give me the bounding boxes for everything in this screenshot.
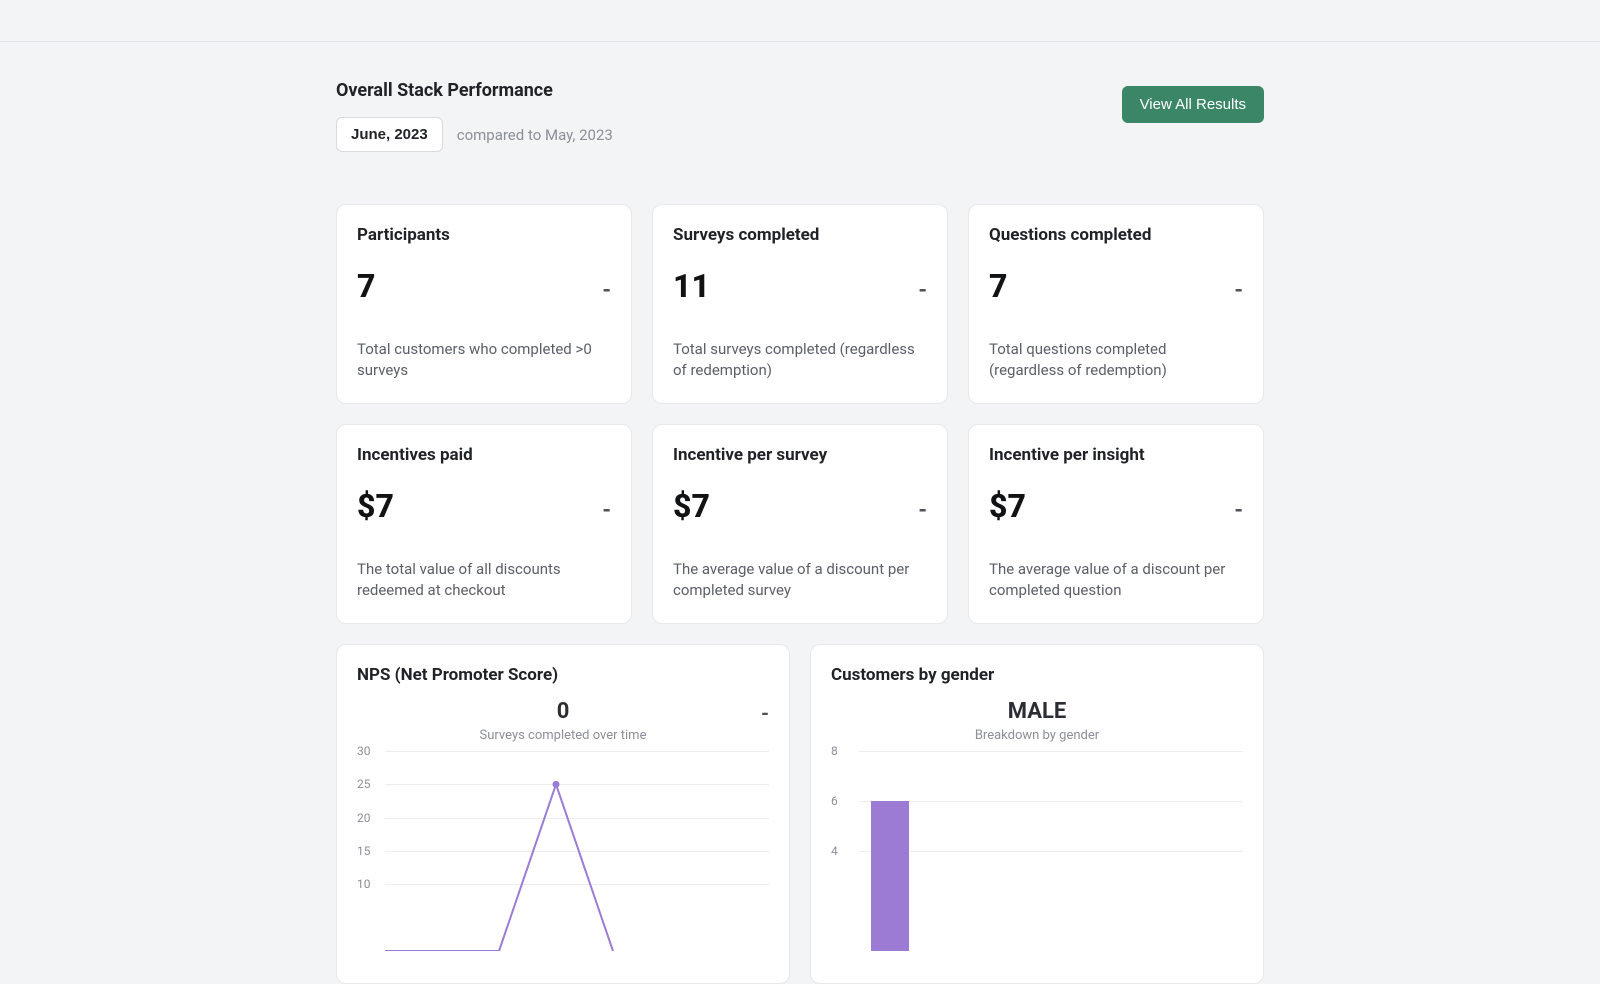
metric-card-participants: Participants 7 - Total customers who com… <box>336 204 632 404</box>
metric-card-questions-completed: Questions completed 7 - Total questions … <box>968 204 1264 404</box>
metric-value-row: 7 - <box>357 267 611 305</box>
metric-title: Surveys completed <box>673 225 927 245</box>
date-selector-button[interactable]: June, 2023 <box>336 117 443 152</box>
y-tick-label: 15 <box>357 844 371 858</box>
metric-title: Incentive per insight <box>989 445 1243 465</box>
metric-delta: - <box>1234 498 1243 523</box>
metric-delta: - <box>918 498 927 523</box>
chart-title: NPS (Net Promoter Score) <box>357 665 769 685</box>
metric-card-incentive-per-insight: Incentive per insight $7 - The average v… <box>968 424 1264 624</box>
header-row: Overall Stack Performance June, 2023 com… <box>336 80 1264 152</box>
y-tick-label: 10 <box>357 877 371 891</box>
charts-row: NPS (Net Promoter Score) 0 - Surveys com… <box>336 644 1264 984</box>
y-tick-label: 25 <box>357 777 371 791</box>
metric-card-incentives-paid: Incentives paid $7 - The total value of … <box>336 424 632 624</box>
chart-header: 0 - <box>357 699 769 724</box>
grid-line <box>859 751 1243 752</box>
chart-big-value: 0 <box>557 699 570 724</box>
metric-value: 7 <box>357 267 375 305</box>
y-tick-label: 6 <box>831 794 838 808</box>
y-tick-label: 20 <box>357 811 371 825</box>
chart-subtitle: Surveys completed over time <box>357 728 769 743</box>
metrics-grid: Participants 7 - Total customers who com… <box>336 204 1264 624</box>
date-row: June, 2023 compared to May, 2023 <box>336 117 613 152</box>
metric-value: 11 <box>673 267 710 305</box>
y-tick-label: 30 <box>357 744 371 758</box>
bar-male <box>871 801 909 951</box>
metric-value: $7 <box>989 487 1026 525</box>
top-bar <box>0 0 1600 42</box>
metric-desc: The average value of a discount per comp… <box>673 559 927 601</box>
metric-title: Participants <box>357 225 611 245</box>
chart-title: Customers by gender <box>831 665 1243 685</box>
metric-desc: The total value of all discounts redeeme… <box>357 559 611 601</box>
metric-title: Incentives paid <box>357 445 611 465</box>
metric-value: $7 <box>357 487 394 525</box>
y-tick-label: 4 <box>831 844 838 858</box>
chart-subtitle: Breakdown by gender <box>831 728 1243 743</box>
metric-desc: Total questions completed (regardless of… <box>989 339 1243 381</box>
metric-title: Questions completed <box>989 225 1243 245</box>
metric-desc: The average value of a discount per comp… <box>989 559 1243 601</box>
metric-desc: Total surveys completed (regardless of r… <box>673 339 927 381</box>
metric-value-row: 11 - <box>673 267 927 305</box>
metric-delta: - <box>918 278 927 303</box>
metric-value-row: $7 - <box>357 487 611 525</box>
nps-chart-area: 1015202530 <box>357 751 769 951</box>
metric-delta: - <box>602 498 611 523</box>
metric-value: $7 <box>673 487 710 525</box>
gender-chart-card: Customers by gender MALE Breakdown by ge… <box>810 644 1264 984</box>
chart-big-value: MALE <box>1008 699 1067 724</box>
metric-title: Incentive per survey <box>673 445 927 465</box>
nps-line-plot <box>385 751 765 951</box>
metric-value-row: 7 - <box>989 267 1243 305</box>
view-all-results-button[interactable]: View All Results <box>1122 86 1264 123</box>
chart-delta: - <box>761 701 769 725</box>
metric-delta: - <box>602 278 611 303</box>
nps-chart-card: NPS (Net Promoter Score) 0 - Surveys com… <box>336 644 790 984</box>
metric-desc: Total customers who completed >0 surveys <box>357 339 611 381</box>
chart-header: MALE <box>831 699 1243 724</box>
grid-line <box>859 851 1243 852</box>
metric-card-surveys-completed: Surveys completed 11 - Total surveys com… <box>652 204 948 404</box>
y-tick-label: 8 <box>831 744 838 758</box>
header-left: Overall Stack Performance June, 2023 com… <box>336 80 613 152</box>
metric-card-incentive-per-survey: Incentive per survey $7 - The average va… <box>652 424 948 624</box>
metric-value: 7 <box>989 267 1007 305</box>
compared-to-text: compared to May, 2023 <box>457 126 613 144</box>
metric-value-row: $7 - <box>673 487 927 525</box>
metric-delta: - <box>1234 278 1243 303</box>
grid-line <box>859 801 1243 802</box>
metric-value-row: $7 - <box>989 487 1243 525</box>
main-container: Overall Stack Performance June, 2023 com… <box>336 42 1264 984</box>
page-title: Overall Stack Performance <box>336 80 613 101</box>
gender-chart-area: 468 <box>831 751 1243 951</box>
